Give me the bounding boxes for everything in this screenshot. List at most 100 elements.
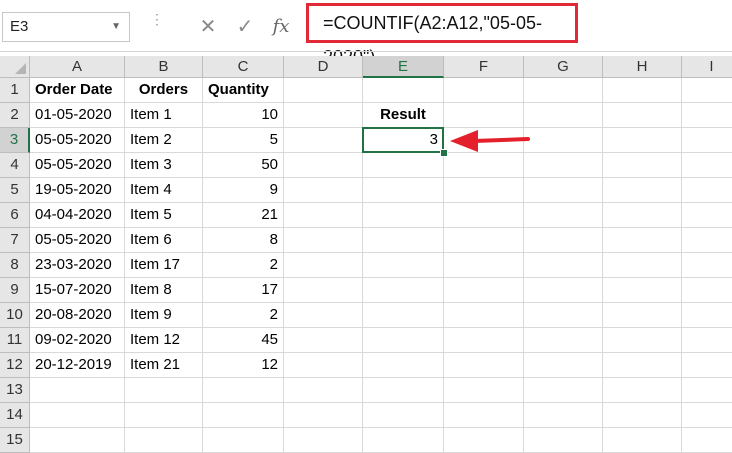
cancel-icon[interactable]: ✕ [196, 12, 220, 42]
cell-c7[interactable]: 8 [203, 228, 284, 253]
drag-handle-icon[interactable]: ⋮ [150, 12, 164, 38]
cell-g5[interactable] [524, 178, 603, 203]
row-header[interactable]: 6 [0, 203, 30, 228]
row-header[interactable]: 3 [0, 128, 30, 153]
cell-b8[interactable]: Item 17 [125, 253, 203, 278]
column-header-b[interactable]: B [125, 56, 203, 78]
cell-i11[interactable] [682, 328, 732, 353]
cell-h1[interactable] [603, 78, 682, 103]
cell-d10[interactable] [284, 303, 363, 328]
cell-d11[interactable] [284, 328, 363, 353]
cell-h5[interactable] [603, 178, 682, 203]
enter-icon[interactable]: ✓ [233, 12, 257, 42]
cell-i9[interactable] [682, 278, 732, 303]
cell-c12[interactable]: 12 [203, 353, 284, 378]
cell-f11[interactable] [444, 328, 524, 353]
cell-g1[interactable] [524, 78, 603, 103]
cell-d4[interactable] [284, 153, 363, 178]
column-header-e[interactable]: E [363, 56, 444, 78]
cell-g14[interactable] [524, 403, 603, 428]
cell-b15[interactable] [125, 428, 203, 453]
cell-i1[interactable] [682, 78, 732, 103]
fill-handle[interactable] [440, 149, 448, 157]
cell-d15[interactable] [284, 428, 363, 453]
cell-c8[interactable]: 2 [203, 253, 284, 278]
cell-e7[interactable] [363, 228, 444, 253]
cell-f15[interactable] [444, 428, 524, 453]
cell-h11[interactable] [603, 328, 682, 353]
cell-a2[interactable]: 01-05-2020 [30, 103, 125, 128]
cell-h8[interactable] [603, 253, 682, 278]
cell-g13[interactable] [524, 378, 603, 403]
row-header[interactable]: 12 [0, 353, 30, 378]
cell-g10[interactable] [524, 303, 603, 328]
cell-h6[interactable] [603, 203, 682, 228]
row-header[interactable]: 14 [0, 403, 30, 428]
row-header[interactable]: 10 [0, 303, 30, 328]
cell-i7[interactable] [682, 228, 732, 253]
select-all-button[interactable] [0, 56, 30, 78]
cell-g2[interactable] [524, 103, 603, 128]
cell-i13[interactable] [682, 378, 732, 403]
row-header[interactable]: 5 [0, 178, 30, 203]
cell-d14[interactable] [284, 403, 363, 428]
cell-b3[interactable]: Item 2 [125, 128, 203, 153]
cell-d5[interactable] [284, 178, 363, 203]
cell-g12[interactable] [524, 353, 603, 378]
cell-i15[interactable] [682, 428, 732, 453]
cell-a14[interactable] [30, 403, 125, 428]
row-header[interactable]: 1 [0, 78, 30, 103]
cell-a13[interactable] [30, 378, 125, 403]
cell-f9[interactable] [444, 278, 524, 303]
cell-a7[interactable]: 05-05-2020 [30, 228, 125, 253]
row-header[interactable]: 9 [0, 278, 30, 303]
cell-d13[interactable] [284, 378, 363, 403]
cell-c2[interactable]: 10 [203, 103, 284, 128]
cell-c1[interactable]: Quantity [203, 78, 284, 103]
cell-b11[interactable]: Item 12 [125, 328, 203, 353]
cell-d9[interactable] [284, 278, 363, 303]
cell-h10[interactable] [603, 303, 682, 328]
cell-a9[interactable]: 15-07-2020 [30, 278, 125, 303]
cell-e2[interactable]: Result [363, 103, 444, 128]
cell-h15[interactable] [603, 428, 682, 453]
cell-f14[interactable] [444, 403, 524, 428]
row-header[interactable]: 13 [0, 378, 30, 403]
cell-a12[interactable]: 20-12-2019 [30, 353, 125, 378]
cell-d7[interactable] [284, 228, 363, 253]
cell-d1[interactable] [284, 78, 363, 103]
row-header[interactable]: 11 [0, 328, 30, 353]
cell-b12[interactable]: Item 21 [125, 353, 203, 378]
cell-g8[interactable] [524, 253, 603, 278]
cell-f2[interactable] [444, 103, 524, 128]
cell-c5[interactable]: 9 [203, 178, 284, 203]
row-header[interactable]: 15 [0, 428, 30, 453]
cell-e1[interactable] [363, 78, 444, 103]
cell-h14[interactable] [603, 403, 682, 428]
cell-i8[interactable] [682, 253, 732, 278]
cell-d12[interactable] [284, 353, 363, 378]
cell-e4[interactable] [363, 153, 444, 178]
cell-b14[interactable] [125, 403, 203, 428]
cell-f10[interactable] [444, 303, 524, 328]
cell-g4[interactable] [524, 153, 603, 178]
cell-a10[interactable]: 20-08-2020 [30, 303, 125, 328]
cell-e14[interactable] [363, 403, 444, 428]
row-header[interactable]: 4 [0, 153, 30, 178]
name-box[interactable]: E3 ▼ [2, 12, 130, 42]
cell-h4[interactable] [603, 153, 682, 178]
cell-e10[interactable] [363, 303, 444, 328]
row-header[interactable]: 8 [0, 253, 30, 278]
cell-d8[interactable] [284, 253, 363, 278]
cell-i3[interactable] [682, 128, 732, 153]
cell-g6[interactable] [524, 203, 603, 228]
cell-e11[interactable] [363, 328, 444, 353]
cell-f1[interactable] [444, 78, 524, 103]
row-header[interactable]: 2 [0, 103, 30, 128]
cell-b2[interactable]: Item 1 [125, 103, 203, 128]
cell-h3[interactable] [603, 128, 682, 153]
cell-h12[interactable] [603, 353, 682, 378]
cell-i2[interactable] [682, 103, 732, 128]
insert-function-icon[interactable]: fx [268, 12, 294, 42]
cell-c13[interactable] [203, 378, 284, 403]
